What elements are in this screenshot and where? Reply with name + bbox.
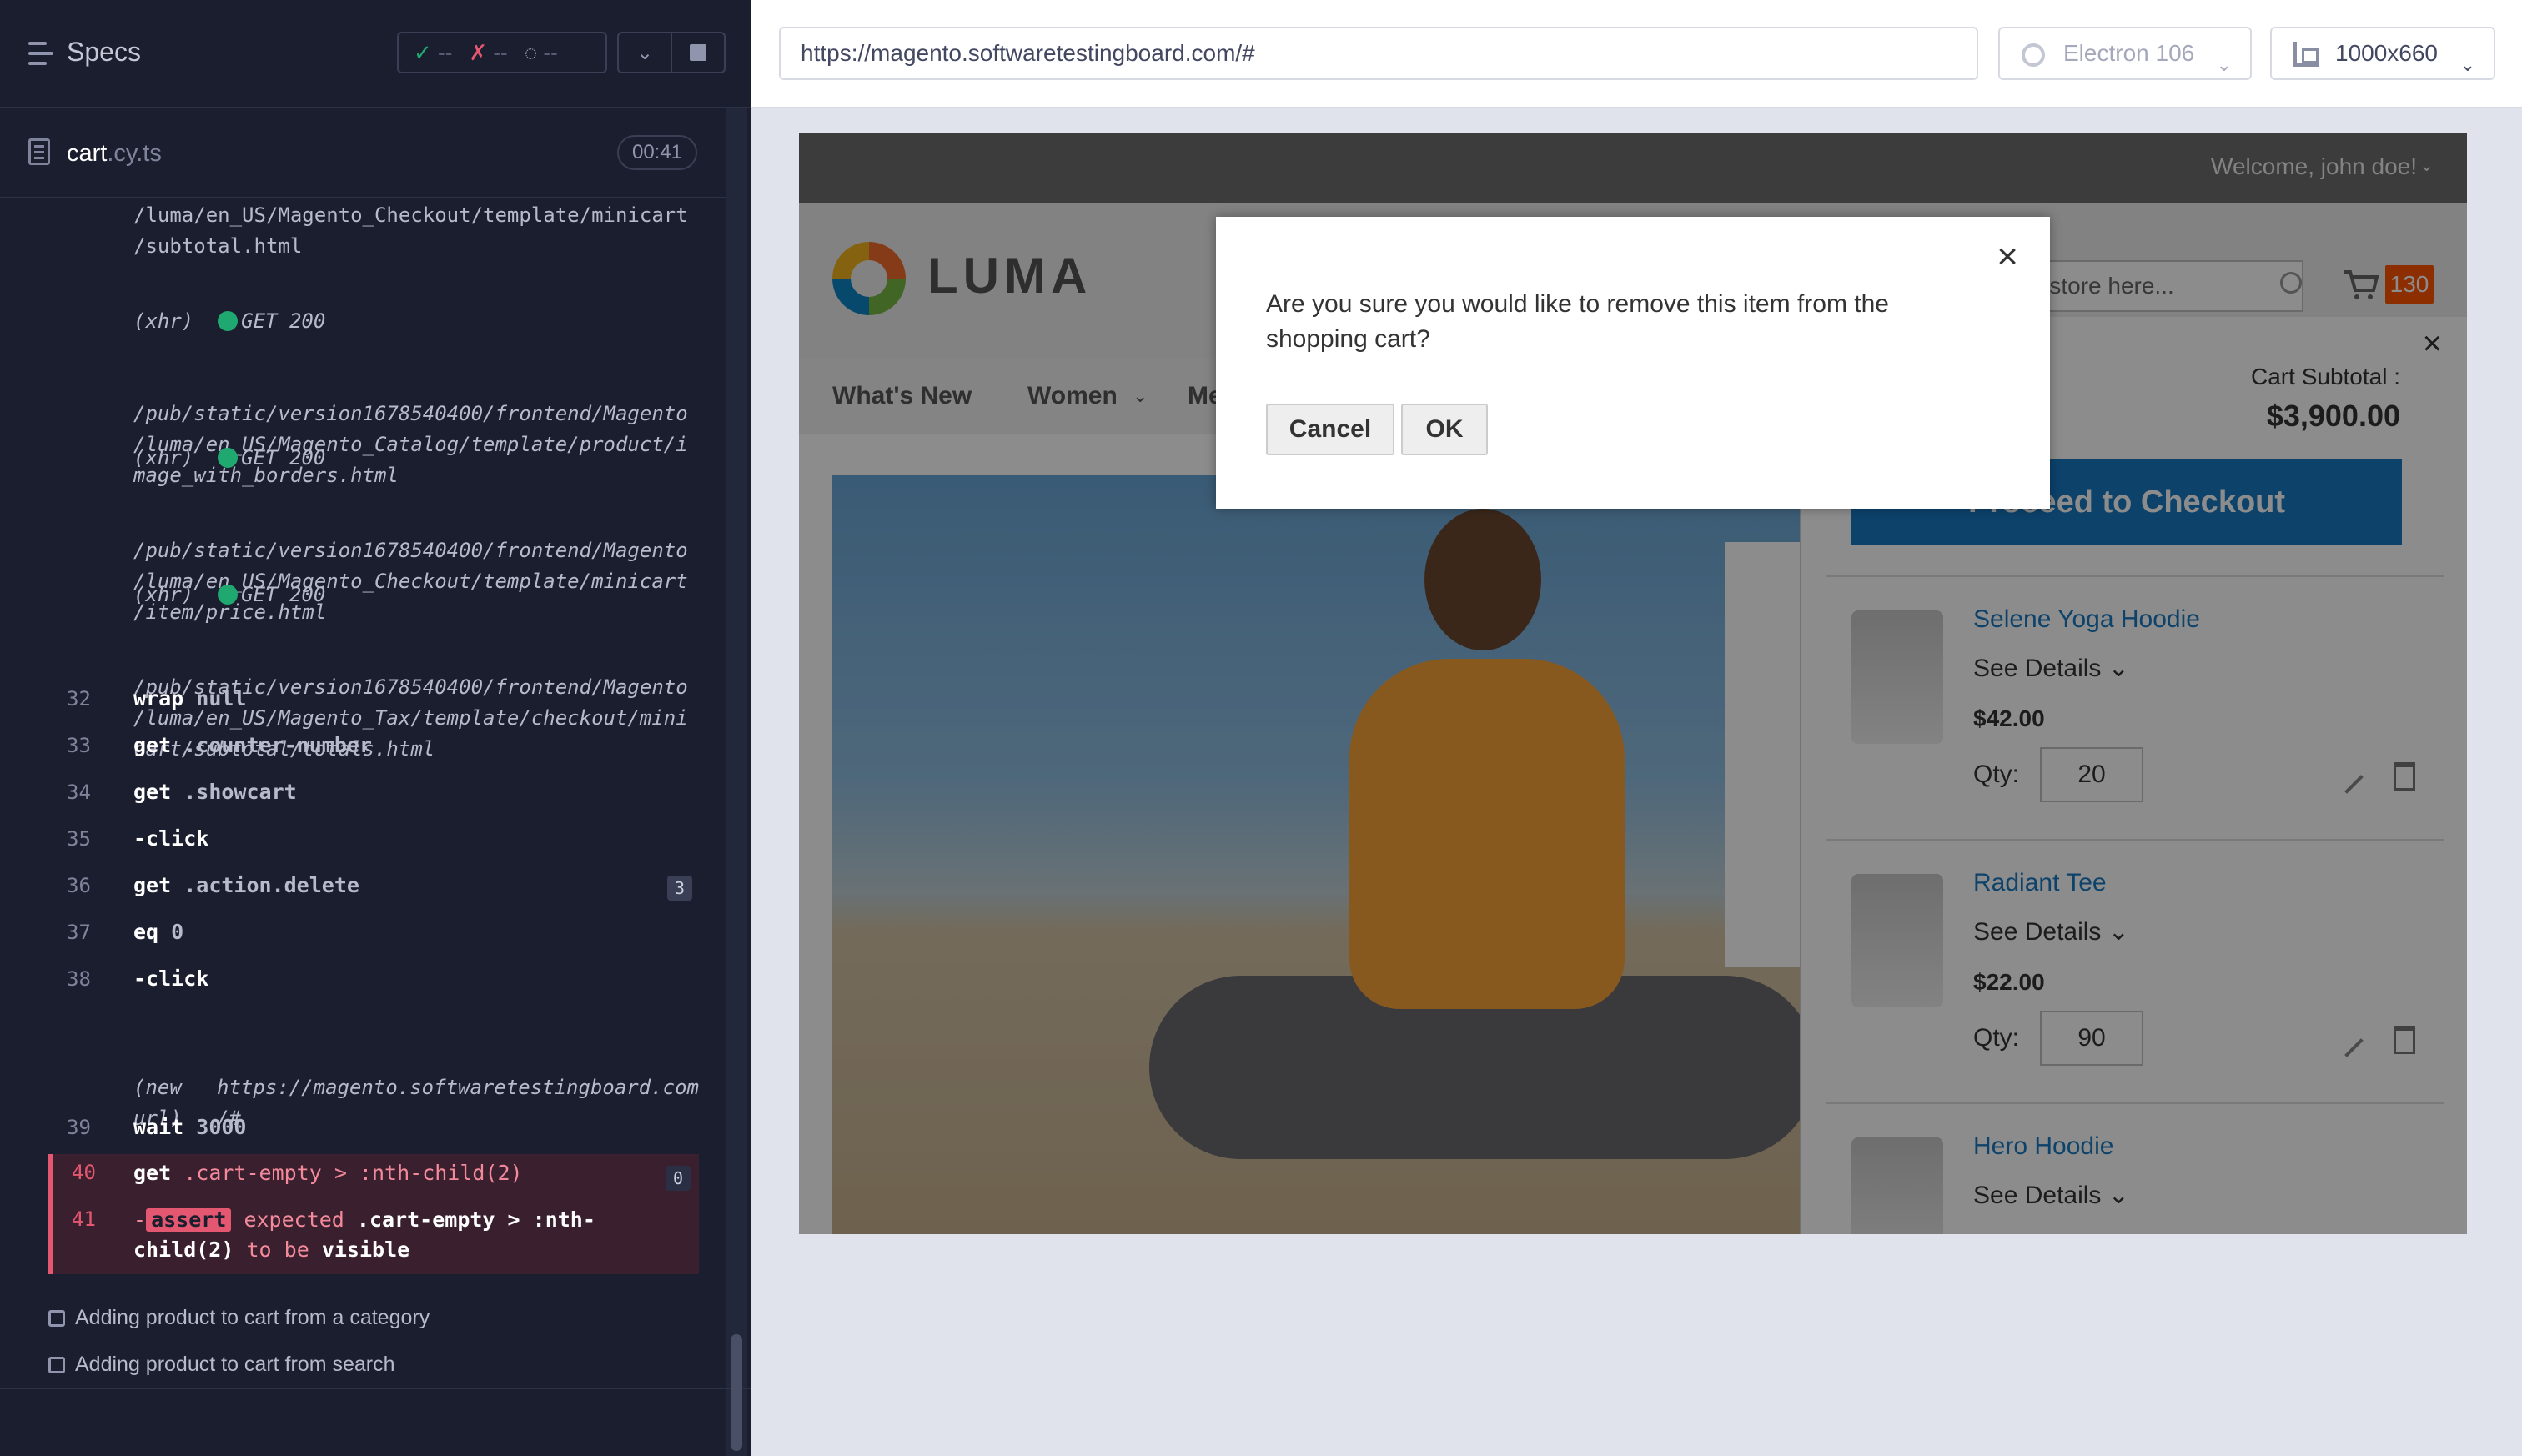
passed-stat: ✓ -- (414, 39, 453, 65)
scrollbar[interactable] (731, 1334, 742, 1451)
test-stats: ✓ -- ✗ -- ◌ -- (397, 32, 607, 73)
confirm-remove-dialog: × Are you sure you would like to remove … (1216, 217, 2050, 509)
dialog-message: Are you sure you would like to remove th… (1266, 290, 1889, 353)
spinner-icon: ◌ (524, 39, 538, 65)
chevron-down-icon: ⌄ (2216, 54, 2232, 75)
app-under-test: Welcome, john doe! ⌄ LUMA e store here..… (799, 133, 2467, 1234)
failed-stat: ✗ -- (469, 39, 508, 65)
specs-menu-icon[interactable] (28, 42, 53, 65)
failed-command-block[interactable]: 40 get .cart-empty > :nth-child(2) 0 41 … (48, 1154, 699, 1274)
test-item[interactable]: Adding product to cart from search (48, 1353, 395, 1377)
command-row[interactable]: 33 get .counter-number (48, 729, 699, 762)
specs-header: Specs ✓ -- ✗ -- ◌ -- ⌄ (0, 0, 751, 108)
test-item[interactable]: Adding product to cart from a category (48, 1306, 430, 1330)
element-count-badge: 0 (666, 1166, 691, 1191)
ok-button[interactable]: OK (1401, 404, 1488, 455)
assert-chip: assert (146, 1208, 232, 1232)
command-row[interactable]: 36 get .action.delete 3 (48, 869, 699, 902)
test-status-icon (48, 1310, 65, 1327)
cancel-button[interactable]: Cancel (1266, 404, 1394, 455)
status-success-icon (218, 311, 239, 331)
stop-button[interactable] (671, 32, 726, 73)
command-row[interactable]: 32 wrap null (48, 682, 699, 715)
browser-icon (2022, 43, 2045, 67)
app-preview: https://magento.softwaretestingboard.com… (751, 0, 2522, 1456)
viewport-icon (2293, 42, 2319, 67)
command-row[interactable]: 39 wait 3000 (48, 1111, 699, 1144)
command-log: /luma/en_US/Magento_Checkout/template/mi… (48, 200, 699, 1284)
spec-file-row[interactable]: cart.cy.ts 00:41 (0, 123, 726, 198)
scroll-track (726, 108, 747, 1456)
divider (0, 1388, 751, 1389)
xhr-continued: /luma/en_US/Magento_Checkout/template/mi… (133, 203, 688, 258)
chevron-down-icon[interactable]: ⌄ (617, 32, 672, 73)
pending-stat: ◌ -- (524, 39, 558, 65)
viewport-selector[interactable]: 1000x660 ⌄ (2270, 27, 2495, 80)
browser-selector[interactable]: Electron 106 ⌄ (1998, 27, 2252, 80)
spec-timer: 00:41 (617, 135, 697, 170)
browser-toolbar: https://magento.softwaretestingboard.com… (751, 0, 2522, 108)
specs-title[interactable]: Specs (67, 37, 141, 68)
spec-file-name: cart.cy.ts (67, 140, 162, 167)
url-bar[interactable]: https://magento.softwaretestingboard.com… (779, 27, 1978, 80)
command-row[interactable]: 35 -click (48, 822, 699, 856)
command-row[interactable]: 34 get .showcart (48, 776, 699, 809)
stop-icon (690, 44, 706, 61)
command-row[interactable]: 38 -click (48, 962, 699, 996)
test-status-icon (48, 1357, 65, 1373)
chevron-down-icon: ⌄ (2459, 54, 2475, 75)
close-icon[interactable]: × (1997, 238, 2018, 275)
status-success-icon (218, 448, 239, 468)
command-row[interactable]: 37 eq 0 (48, 916, 699, 949)
document-icon (28, 138, 50, 165)
check-icon: ✓ (414, 39, 432, 65)
cypress-runner-panel: Specs ✓ -- ✗ -- ◌ -- ⌄ cart.cy.ts 00:41 … (0, 0, 751, 1456)
element-count-badge: 3 (667, 876, 692, 901)
cross-icon: ✗ (469, 39, 488, 65)
status-success-icon (218, 585, 239, 605)
